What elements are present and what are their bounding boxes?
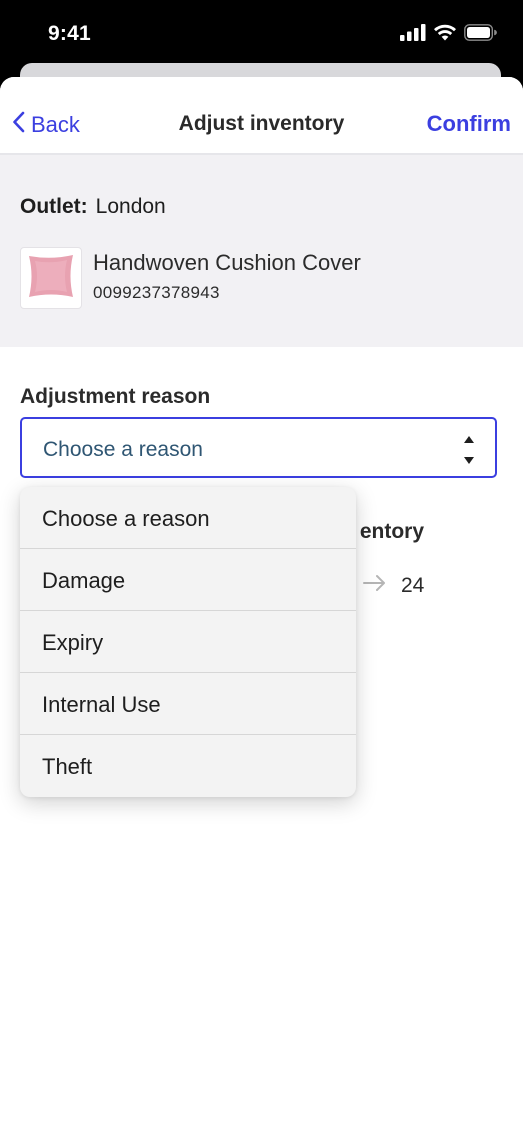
dropdown-option-expiry[interactable]: Expiry <box>20 611 356 673</box>
cellular-signal-icon <box>400 24 426 46</box>
dropdown-option-choose-reason[interactable]: Choose a reason <box>20 487 356 549</box>
status-icons <box>400 24 497 46</box>
adjustment-reason-label: Adjustment reason <box>20 385 211 408</box>
adjustment-reason-select[interactable]: Choose a reason <box>20 417 497 478</box>
product-info-panel: Outlet: London Handwoven Cushion Cover 00… <box>0 155 523 347</box>
status-bar: 9:41 <box>0 0 523 70</box>
status-time: 9:41 <box>48 22 91 45</box>
dropdown-option-damage[interactable]: Damage <box>20 549 356 611</box>
dropdown-option-internal-use[interactable]: Internal Use <box>20 673 356 735</box>
outlet-label: Outlet: <box>20 195 88 218</box>
arrow-right-icon <box>363 574 387 597</box>
outlet-row: Outlet: London <box>20 195 166 219</box>
reason-dropdown-menu: Choose a reason Damage Expiry Internal U… <box>20 487 356 797</box>
navigation-bar: Back Adjust inventory Confirm <box>0 77 523 155</box>
cushion-image-icon <box>25 250 77 307</box>
product-sku: 0099237378943 <box>93 283 220 302</box>
product-thumbnail <box>20 247 82 309</box>
battery-icon <box>464 24 497 46</box>
product-name: Handwoven Cushion Cover <box>93 250 361 275</box>
confirm-button[interactable]: Confirm <box>427 111 511 137</box>
dropdown-option-theft[interactable]: Theft <box>20 735 356 797</box>
outlet-value: London <box>95 195 166 218</box>
select-updown-icon <box>463 435 475 465</box>
wifi-icon <box>433 24 457 46</box>
reason-select-value: Choose a reason <box>43 438 203 461</box>
modal-sheet: Back Adjust inventory Confirm Outlet: Lon… <box>0 77 523 1137</box>
new-inventory-value: 24 <box>401 574 425 597</box>
